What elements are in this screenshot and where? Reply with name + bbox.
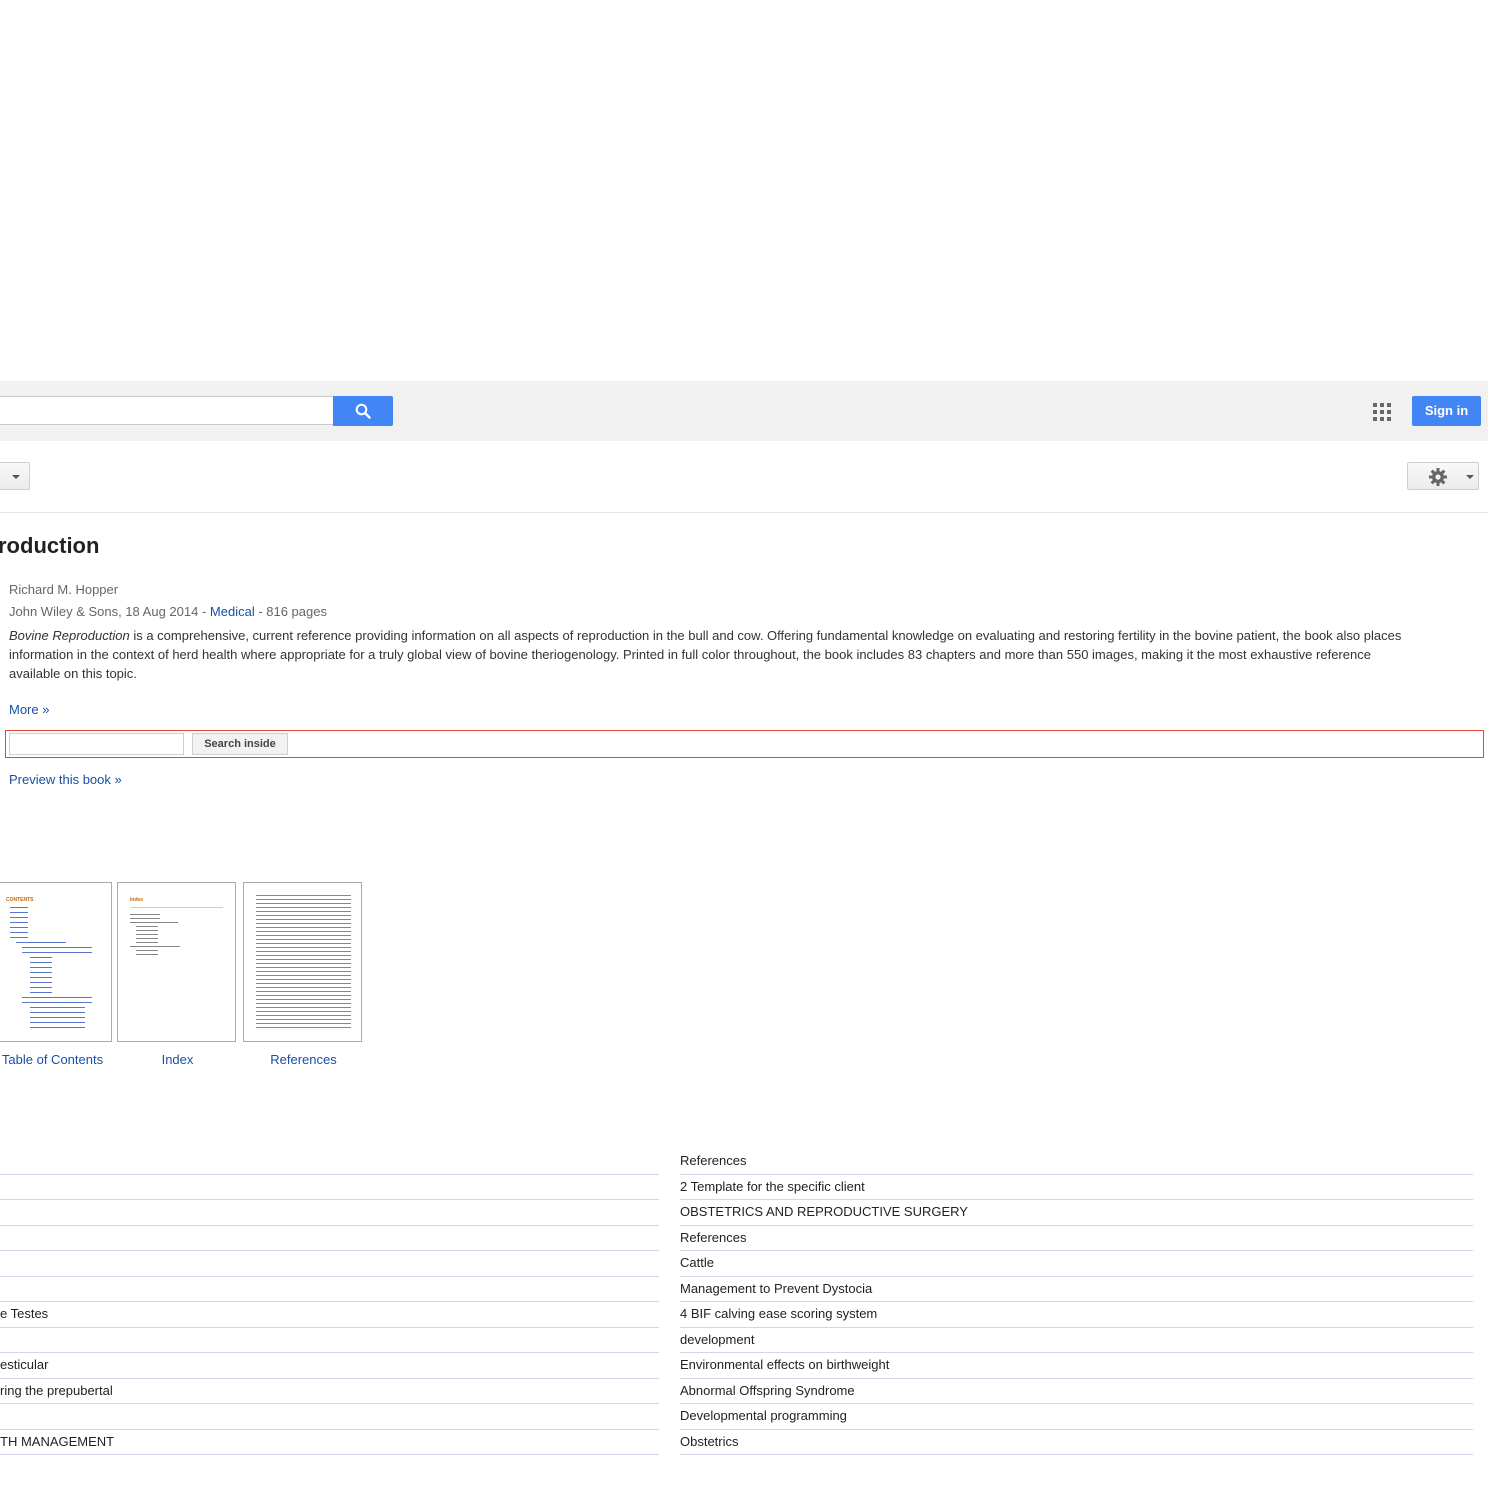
list-item[interactable]: TH MANAGEMENT [0,1430,659,1455]
list-item[interactable]: Environmental effects on birthweight [680,1353,1473,1379]
thumb-label-references[interactable]: References [243,1052,364,1067]
search-inside-input[interactable] [9,733,184,755]
list-item[interactable]: esticular [0,1353,659,1379]
chevron-down-icon [12,475,20,479]
top-bar: Sign in [0,381,1488,441]
view-dropdown[interactable] [0,462,30,490]
thumb-heading: Index [130,897,144,903]
list-item[interactable]: References [680,1226,1473,1251]
left-content-list: e Testes esticular ring the prepubertal … [0,1149,659,1455]
list-item[interactable] [0,1226,659,1251]
list-item[interactable] [0,1175,659,1200]
list-item[interactable] [0,1251,659,1277]
list-item[interactable]: development [680,1328,1473,1353]
list-item[interactable] [0,1404,659,1430]
search-icon [355,403,371,419]
list-item[interactable]: Cattle [680,1251,1473,1277]
list-item[interactable]: Developmental programming [680,1404,1473,1430]
list-item[interactable] [0,1328,659,1353]
description-title: Bovine Reproduction [9,628,130,643]
list-item[interactable]: OBSTETRICS AND REPRODUCTIVE SURGERY [680,1200,1473,1226]
right-content-list: References 2 Template for the specific c… [680,1149,1473,1455]
list-item[interactable]: ring the prepubertal [0,1379,659,1404]
book-description: Bovine Reproduction is a comprehensive, … [9,626,1409,683]
thumb-index[interactable]: Index [117,882,236,1042]
thumb-heading: CONTENTS [6,897,34,903]
book-author: Richard M. Hopper [9,582,119,597]
publication-info: John Wiley & Sons, 18 Aug 2014 - Medical… [9,604,327,619]
list-item[interactable]: Obstetrics [680,1430,1473,1455]
list-item[interactable]: 4 BIF calving ease scoring system [680,1302,1473,1328]
list-item[interactable] [0,1149,659,1175]
more-link[interactable]: More » [9,702,49,717]
page-count: - 816 pages [254,604,327,619]
chevron-down-icon [1466,475,1474,479]
list-item[interactable] [0,1277,659,1302]
thumb-references[interactable] [243,882,362,1042]
sign-in-button[interactable]: Sign in [1412,396,1481,426]
list-item[interactable] [0,1200,659,1226]
description-text: is a comprehensive, current reference pr… [9,628,1402,681]
preview-book-link[interactable]: Preview this book » [9,772,122,787]
list-item[interactable]: 2 Template for the specific client [680,1175,1473,1200]
divider [0,512,1488,513]
list-item[interactable]: Abnormal Offspring Syndrome [680,1379,1473,1404]
search-input[interactable] [0,396,333,425]
thumb-label-index[interactable]: Index [117,1052,238,1067]
settings-button[interactable] [1407,462,1479,490]
thumb-table-of-contents[interactable]: CONTENTS [0,882,112,1042]
gear-icon [1429,468,1447,486]
search-button[interactable] [333,396,393,426]
list-item[interactable]: References [680,1149,1473,1175]
search-inside-form: Search inside [5,730,1484,758]
publisher-date: John Wiley & Sons, 18 Aug 2014 - [9,604,210,619]
category-link[interactable]: Medical [210,604,255,619]
search-inside-button[interactable]: Search inside [192,733,288,755]
list-item[interactable]: e Testes [0,1302,659,1328]
list-item[interactable]: Management to Prevent Dystocia [680,1277,1473,1302]
book-title: roduction [0,533,100,558]
apps-grid-icon[interactable] [1373,403,1391,421]
thumb-label-table-of-contents[interactable]: Table of Contents [0,1052,112,1067]
